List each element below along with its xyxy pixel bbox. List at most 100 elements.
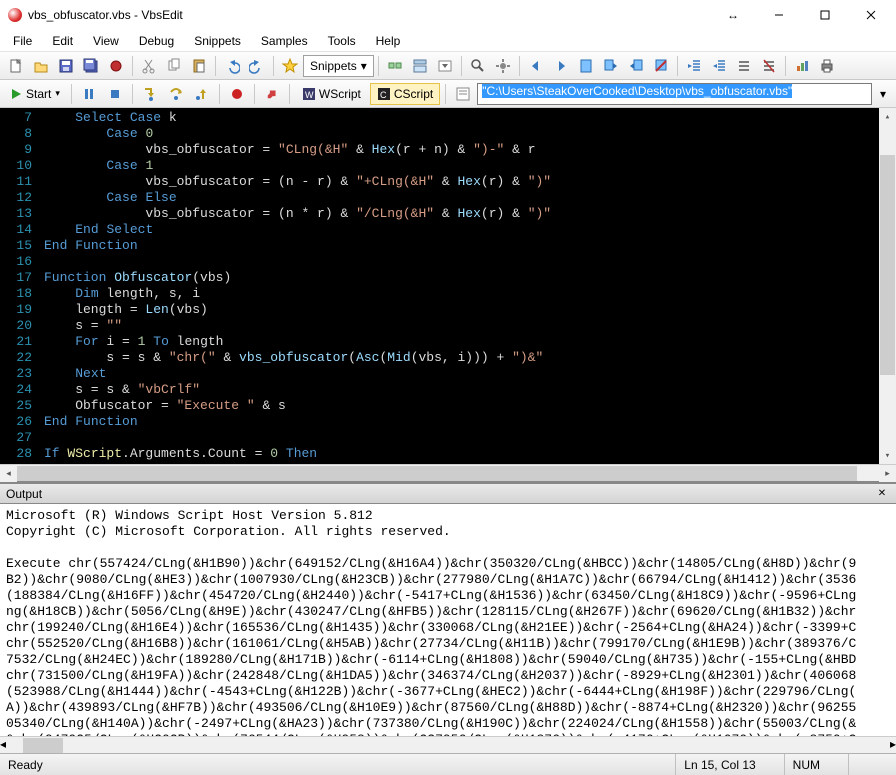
bookmark-prev-button[interactable]: [624, 54, 648, 78]
status-ready: Ready: [8, 758, 43, 772]
chevron-down-icon: ▾: [55, 88, 60, 99]
outdent-button[interactable]: [707, 54, 731, 78]
line-gutter: 7891011121314151617181920212223242526272…: [0, 108, 38, 464]
code-editor[interactable]: 7891011121314151617181920212223242526272…: [0, 108, 896, 464]
output-pane: Output ✕ Microsoft (R) Windows Script Ho…: [0, 483, 896, 753]
bookmark-clear-button[interactable]: [649, 54, 673, 78]
snippets-dropdown[interactable]: Snippets ▾: [303, 55, 374, 77]
stop-button[interactable]: [103, 82, 127, 106]
save-all-button[interactable]: [79, 54, 103, 78]
menu-edit[interactable]: Edit: [43, 32, 82, 50]
svg-text:C: C: [380, 90, 387, 100]
pause-button[interactable]: [77, 82, 101, 106]
open-file-button[interactable]: [29, 54, 53, 78]
titlebar: vbs_obfuscator.vbs - VbsEdit ↔: [0, 0, 896, 30]
menubar: FileEditViewDebugSnippetsSamplesToolsHel…: [0, 30, 896, 52]
snippets-label: Snippets: [310, 59, 357, 73]
scroll-right-icon[interactable]: ▸: [890, 737, 896, 753]
find-button[interactable]: [466, 54, 490, 78]
resize-handle-icon: ↔: [710, 8, 756, 22]
separator: [289, 84, 290, 104]
menu-file[interactable]: File: [4, 32, 41, 50]
menu-samples[interactable]: Samples: [252, 32, 317, 50]
indent-button[interactable]: [682, 54, 706, 78]
step-into-button[interactable]: [138, 82, 162, 106]
arrow-left-button[interactable]: [524, 54, 548, 78]
start-button[interactable]: Start ▾: [4, 82, 66, 106]
step-over-button[interactable]: [164, 82, 188, 106]
separator: [785, 56, 786, 76]
wscript-icon: W: [302, 87, 316, 101]
comment-button[interactable]: [732, 54, 756, 78]
scrollbar-thumb[interactable]: [23, 738, 63, 753]
path-dropdown-button[interactable]: ▾: [874, 87, 892, 101]
scroll-down-icon[interactable]: ▾: [879, 447, 896, 464]
scroll-right-icon[interactable]: ▸: [879, 465, 896, 482]
scrollbar-thumb[interactable]: [17, 466, 857, 481]
wscript-mode-button[interactable]: W WScript: [295, 83, 368, 105]
status-cursor-pos: Ln 15, Col 13: [675, 754, 763, 775]
editor-pane: 7891011121314151617181920212223242526272…: [0, 108, 896, 483]
class-view-button[interactable]: [408, 54, 432, 78]
status-empty: [848, 754, 888, 775]
scrollbar-thumb[interactable]: [880, 155, 895, 375]
output-text[interactable]: Microsoft (R) Windows Script Host Versio…: [0, 504, 896, 736]
settings-button[interactable]: [491, 54, 515, 78]
start-label: Start: [26, 87, 51, 101]
save-button[interactable]: [54, 54, 78, 78]
bookmark-next-button[interactable]: [599, 54, 623, 78]
uncomment-button[interactable]: [757, 54, 781, 78]
menu-tools[interactable]: Tools: [319, 32, 365, 50]
cscript-label: CScript: [394, 87, 433, 101]
step-out-button[interactable]: [190, 82, 214, 106]
new-file-button[interactable]: [4, 54, 28, 78]
wscript-label: WScript: [319, 87, 361, 101]
separator: [378, 56, 379, 76]
menu-view[interactable]: View: [84, 32, 128, 50]
separator: [71, 84, 72, 104]
app-icon: [8, 8, 22, 22]
output-header: Output ✕: [0, 484, 896, 504]
separator: [254, 84, 255, 104]
editor-vertical-scrollbar[interactable]: ▴ ▾: [879, 108, 896, 464]
separator: [132, 56, 133, 76]
minimize-button[interactable]: [756, 0, 802, 30]
separator: [461, 56, 462, 76]
cscript-icon: C: [377, 87, 391, 101]
bookmark-toggle-button[interactable]: [574, 54, 598, 78]
scroll-up-icon[interactable]: ▴: [879, 108, 896, 125]
chart-button[interactable]: [790, 54, 814, 78]
undo-button[interactable]: [220, 54, 244, 78]
close-button[interactable]: [848, 0, 894, 30]
pin-button[interactable]: [260, 82, 284, 106]
toggle-breakpoint-button[interactable]: [225, 82, 249, 106]
script-path-input[interactable]: "C:\Users\SteakOverCooked\Desktop\vbs_ob…: [477, 83, 872, 105]
output-close-button[interactable]: ✕: [874, 486, 890, 502]
menu-help[interactable]: Help: [367, 32, 410, 50]
print-button[interactable]: [815, 54, 839, 78]
scroll-left-icon[interactable]: ◂: [0, 465, 17, 482]
cscript-mode-button[interactable]: C CScript: [370, 83, 440, 105]
paste-button[interactable]: [187, 54, 211, 78]
chevron-down-icon: ▾: [361, 59, 367, 73]
menu-snippets[interactable]: Snippets: [185, 32, 250, 50]
arrow-right-button[interactable]: [549, 54, 573, 78]
play-icon: [10, 88, 22, 100]
object-browser-button[interactable]: [383, 54, 407, 78]
favorite-button[interactable]: [278, 54, 302, 78]
maximize-button[interactable]: [802, 0, 848, 30]
copy-button[interactable]: [162, 54, 186, 78]
status-numlock: NUM: [784, 754, 828, 775]
script-args-button[interactable]: [451, 82, 475, 106]
separator: [677, 56, 678, 76]
separator: [215, 56, 216, 76]
separator: [273, 56, 274, 76]
redo-button[interactable]: [245, 54, 269, 78]
menu-debug[interactable]: Debug: [130, 32, 183, 50]
output-horizontal-scrollbar[interactable]: ◂ ▸: [0, 736, 896, 753]
editor-horizontal-scrollbar[interactable]: ◂ ▸: [0, 464, 896, 481]
code-area[interactable]: Select Case k Case 0 vbs_obfuscator = "C…: [38, 108, 896, 464]
cut-button[interactable]: [137, 54, 161, 78]
dropdown-button[interactable]: [433, 54, 457, 78]
breakpoint-button[interactable]: [104, 54, 128, 78]
